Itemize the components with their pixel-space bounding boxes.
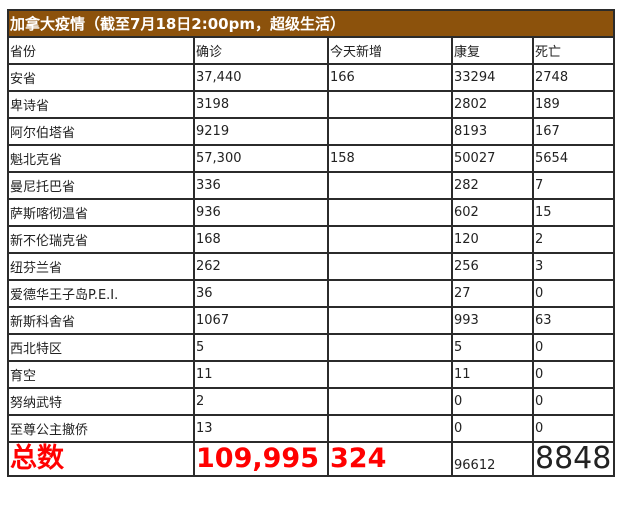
cell-recovered: 5 xyxy=(451,333,534,362)
table-row: 卑诗省 3198 2802 189 xyxy=(7,90,616,119)
cell-new xyxy=(327,198,453,227)
cell-confirmed: 936 xyxy=(193,198,329,227)
cell-recovered: 0 xyxy=(451,387,534,416)
table-row: 萨斯喀彻温省 936 602 15 xyxy=(7,198,616,227)
cell-deaths: 3 xyxy=(531,252,616,281)
header-recovered: 康复 xyxy=(451,36,534,65)
header-province: 省份 xyxy=(7,36,195,65)
cell-recovered: 8193 xyxy=(451,117,534,146)
cell-new xyxy=(327,225,453,254)
cell-recovered: 50027 xyxy=(451,144,534,173)
cell-deaths: 2748 xyxy=(531,63,616,92)
cell-confirmed: 5 xyxy=(193,333,329,362)
total-row: 总数 109,995 324 96612 8848 xyxy=(7,441,616,477)
cell-province: 曼尼托巴省 xyxy=(7,171,195,200)
header-deaths: 死亡 xyxy=(531,36,616,65)
cell-deaths: 0 xyxy=(531,333,616,362)
cell-deaths: 0 xyxy=(531,360,616,389)
cell-province: 西北特区 xyxy=(7,333,195,362)
cell-confirmed: 262 xyxy=(193,252,329,281)
cell-deaths: 0 xyxy=(531,414,616,443)
header-new: 今天新增 xyxy=(327,36,453,65)
table-row: 育空 11 11 0 xyxy=(7,360,616,389)
cell-confirmed: 9219 xyxy=(193,117,329,146)
cell-confirmed: 1067 xyxy=(193,306,329,335)
cell-recovered: 11 xyxy=(451,360,534,389)
cell-province: 安省 xyxy=(7,63,195,92)
cell-deaths: 0 xyxy=(531,279,616,308)
cell-recovered: 282 xyxy=(451,171,534,200)
cell-province: 至尊公主撤侨 xyxy=(7,414,195,443)
table-row: 魁北克省 57,300 158 50027 5654 xyxy=(7,144,616,173)
table-row: 纽芬兰省 262 256 3 xyxy=(7,252,616,281)
cell-province: 魁北克省 xyxy=(7,144,195,173)
cell-province: 新不伦瑞克省 xyxy=(7,225,195,254)
cell-new xyxy=(327,333,453,362)
cell-recovered: 2802 xyxy=(451,90,534,119)
table-row: 曼尼托巴省 336 282 7 xyxy=(7,171,616,200)
cell-new xyxy=(327,252,453,281)
cell-deaths: 2 xyxy=(531,225,616,254)
cell-new xyxy=(327,360,453,389)
cell-province: 纽芬兰省 xyxy=(7,252,195,281)
cell-province: 新斯科舍省 xyxy=(7,306,195,335)
cell-deaths: 15 xyxy=(531,198,616,227)
table-row: 西北特区 5 5 0 xyxy=(7,333,616,362)
table-row: 安省 37,440 166 33294 2748 xyxy=(7,63,616,92)
table-row: 至尊公主撤侨 13 0 0 xyxy=(7,414,616,443)
table-title: 加拿大疫情（截至7月18日2:00pm，超级生活） xyxy=(6,9,616,38)
cell-recovered: 602 xyxy=(451,198,534,227)
cell-recovered: 0 xyxy=(451,414,534,443)
table-row: 阿尔伯塔省 9219 8193 167 xyxy=(7,117,616,146)
cell-province: 萨斯喀彻温省 xyxy=(7,198,195,227)
cell-confirmed: 36 xyxy=(193,279,329,308)
cell-recovered: 256 xyxy=(451,252,534,281)
header-confirmed: 确诊 xyxy=(193,36,329,65)
cell-recovered: 120 xyxy=(451,225,534,254)
table-row: 新斯科舍省 1067 993 63 xyxy=(7,306,616,335)
covid-table: 加拿大疫情（截至7月18日2:00pm，超级生活） 省份 确诊 今天新增 康复 … xyxy=(6,9,616,477)
cell-deaths: 7 xyxy=(531,171,616,200)
cell-confirmed: 3198 xyxy=(193,90,329,119)
cell-confirmed: 11 xyxy=(193,360,329,389)
cell-new xyxy=(327,306,453,335)
cell-new xyxy=(327,90,453,119)
cell-deaths: 167 xyxy=(531,117,616,146)
cell-confirmed: 37,440 xyxy=(193,63,329,92)
title-row: 加拿大疫情（截至7月18日2:00pm，超级生活） xyxy=(6,9,616,38)
cell-confirmed: 336 xyxy=(193,171,329,200)
cell-province: 卑诗省 xyxy=(7,90,195,119)
cell-new xyxy=(327,414,453,443)
total-label: 总数 xyxy=(7,441,195,477)
cell-province: 努纳武特 xyxy=(7,387,195,416)
cell-new: 158 xyxy=(327,144,453,173)
cell-new xyxy=(327,171,453,200)
cell-province: 爱德华王子岛P.E.I. xyxy=(7,279,195,308)
cell-recovered: 27 xyxy=(451,279,534,308)
table-row: 新不伦瑞克省 168 120 2 xyxy=(7,225,616,254)
total-recovered: 96612 xyxy=(451,441,534,477)
cell-confirmed: 168 xyxy=(193,225,329,254)
cell-deaths: 63 xyxy=(531,306,616,335)
table-row: 努纳武特 2 0 0 xyxy=(7,387,616,416)
cell-new: 166 xyxy=(327,63,453,92)
cell-new xyxy=(327,387,453,416)
cell-deaths: 5654 xyxy=(531,144,616,173)
total-confirmed: 109,995 xyxy=(193,441,329,477)
cell-confirmed: 2 xyxy=(193,387,329,416)
total-deaths: 8848 xyxy=(531,441,616,477)
cell-province: 阿尔伯塔省 xyxy=(7,117,195,146)
cell-recovered: 993 xyxy=(451,306,534,335)
cell-deaths: 0 xyxy=(531,387,616,416)
cell-confirmed: 57,300 xyxy=(193,144,329,173)
cell-deaths: 189 xyxy=(531,90,616,119)
cell-province: 育空 xyxy=(7,360,195,389)
cell-new xyxy=(327,279,453,308)
cell-confirmed: 13 xyxy=(193,414,329,443)
cell-recovered: 33294 xyxy=(451,63,534,92)
cell-new xyxy=(327,117,453,146)
table-row: 爱德华王子岛P.E.I. 36 27 0 xyxy=(7,279,616,308)
header-row: 省份 确诊 今天新增 康复 死亡 xyxy=(7,36,616,65)
total-new: 324 xyxy=(327,441,453,477)
